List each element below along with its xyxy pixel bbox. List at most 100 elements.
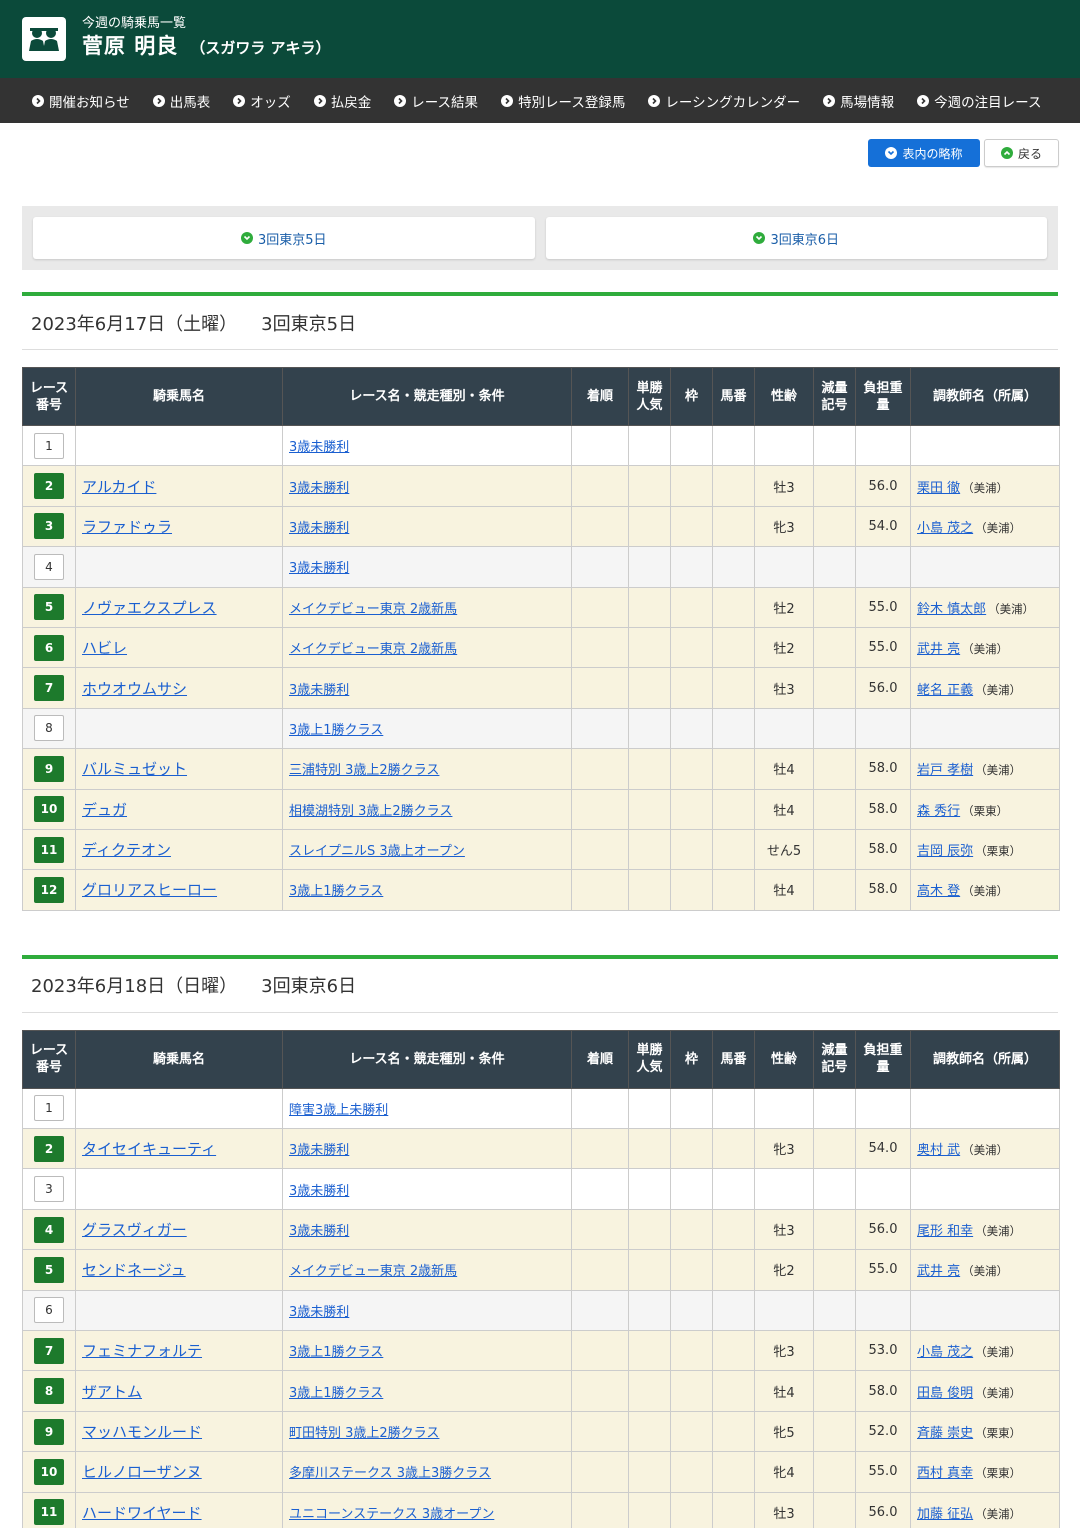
nav-item[interactable]: レース結果 (394, 91, 478, 111)
race-link[interactable]: 3歳未勝利 (289, 481, 349, 496)
trainer-link[interactable]: 森 秀行 (917, 804, 960, 819)
horse-link[interactable]: デュガ (82, 801, 127, 819)
horse-number-cell (712, 1410, 755, 1453)
bracket-cell (670, 1451, 713, 1493)
trainer-link[interactable]: 小島 茂之 (917, 1345, 973, 1360)
column-header: 調教師名（所属） (910, 367, 1060, 426)
race-number: 7 (34, 1337, 64, 1364)
horse-link[interactable]: フェミナフォルテ (82, 1342, 202, 1360)
trainer-link[interactable]: 蛯名 正義 (917, 683, 973, 698)
race-link[interactable]: 3歳上1勝クラス (289, 884, 383, 899)
day-link-2[interactable]: 3回東京6日 (545, 217, 1047, 259)
horse-link[interactable]: ハビレ (82, 639, 127, 657)
abbreviation-button[interactable]: 表内の略称 (868, 139, 980, 167)
race-link[interactable]: 3歳未勝利 (289, 683, 349, 698)
race-cell: 3歳未勝利 (282, 546, 572, 588)
day-links: 3回東京5日 3回東京6日 (22, 206, 1058, 270)
race-link[interactable]: ユニコーンステークス 3歳オープン (289, 1507, 494, 1522)
sex-age-cell: 牡3 (754, 667, 814, 709)
horse-number-cell (712, 424, 755, 467)
sex-age-cell (754, 546, 814, 588)
apprentice-cell (813, 1491, 856, 1528)
back-button[interactable]: 戻る (984, 139, 1059, 167)
race-link[interactable]: 三浦特別 3歳上2勝クラス (289, 763, 439, 778)
popularity-cell (628, 1208, 671, 1251)
horse-cell: ラファドゥラ (75, 505, 283, 548)
race-link[interactable]: 相模湖特別 3歳上2勝クラス (289, 804, 452, 819)
trainer-link[interactable]: 鈴木 慎太郎 (917, 602, 986, 617)
horse-cell: ハードワイヤード (75, 1491, 283, 1528)
race-link[interactable]: 多摩川ステークス 3歳上3勝クラス (289, 1466, 491, 1481)
trainer-link[interactable]: 武井 亮 (917, 642, 960, 657)
race-link[interactable]: 3歳上1勝クラス (289, 1386, 383, 1401)
race-link[interactable]: 3歳未勝利 (289, 521, 349, 536)
weight-cell: 55.0 (855, 626, 911, 669)
trainer-link[interactable]: 岩戸 孝樹 (917, 763, 973, 778)
race-link[interactable]: 町田特別 3歳上2勝クラス (289, 1426, 439, 1441)
trainer-link[interactable]: 斉藤 崇史 (917, 1426, 973, 1441)
nav-item[interactable]: オッズ (233, 91, 291, 111)
nav-item[interactable]: 出馬表 (152, 91, 210, 111)
bracket-cell (670, 1491, 713, 1528)
race-link[interactable]: 3歳上1勝クラス (289, 723, 383, 738)
trainer-link[interactable]: 田島 俊明 (917, 1386, 973, 1401)
horse-link[interactable]: グラスヴィガー (82, 1221, 187, 1239)
weight-cell: 58.0 (855, 869, 911, 911)
trainer-cell (910, 1289, 1060, 1332)
race-link[interactable]: 3歳未勝利 (289, 1224, 349, 1239)
race-link[interactable]: 3歳未勝利 (289, 440, 349, 455)
column-header: 減量記号 (813, 367, 856, 426)
nav-item[interactable]: レーシングカレンダー (648, 91, 800, 111)
nav-item[interactable]: 馬場情報 (823, 91, 894, 111)
bracket-cell (670, 626, 713, 669)
weight-cell (855, 546, 911, 588)
race-link[interactable]: メイクデビュー東京 2歳新馬 (289, 642, 457, 657)
trainer-link[interactable]: 加藤 征弘 (917, 1507, 973, 1522)
horse-link[interactable]: ザアトム (82, 1383, 142, 1401)
trainer-link[interactable]: 尾形 和幸 (917, 1224, 973, 1239)
horse-link[interactable]: バルミュゼット (82, 760, 187, 778)
horse-link[interactable]: グロリアスヒーロー (82, 881, 217, 899)
day-link-1[interactable]: 3回東京5日 (33, 217, 535, 259)
horse-link[interactable]: センドネージュ (82, 1261, 186, 1279)
trainer-link[interactable]: 奥村 武 (917, 1143, 960, 1158)
horse-link[interactable]: ヒルノローザンヌ (82, 1463, 202, 1481)
nav-item[interactable]: 払戻金 (313, 91, 371, 111)
race-link[interactable]: 3歳未勝利 (289, 1143, 349, 1158)
race-link[interactable]: スレイプニルS 3歳上オープン (289, 844, 465, 859)
horse-link[interactable]: アルカイド (82, 478, 156, 496)
horse-link[interactable]: タイセイキューティ (82, 1140, 216, 1158)
nav-item[interactable]: 今週の注目レース (917, 91, 1041, 111)
horse-cell: タイセイキューティ (75, 1128, 283, 1170)
trainer-link[interactable]: 栗田 徹 (917, 481, 960, 496)
race-cell: 3歳上1勝クラス (282, 1330, 572, 1372)
trainer-link[interactable]: 高木 登 (917, 884, 960, 899)
horse-cell: ヒルノローザンヌ (75, 1451, 283, 1493)
trainer-link[interactable]: 吉岡 辰弥 (917, 844, 973, 859)
race-link[interactable]: 3歳上1勝クラス (289, 1345, 383, 1360)
horse-link[interactable]: ディクテオン (82, 841, 171, 859)
race-link[interactable]: 3歳未勝利 (289, 1305, 349, 1320)
apprentice-cell (813, 465, 856, 507)
nav-item[interactable]: 特別レース登録馬 (501, 91, 625, 111)
race-link[interactable]: 3歳未勝利 (289, 1184, 349, 1199)
race-link[interactable]: 障害3歳上未勝利 (289, 1103, 388, 1118)
nav-item[interactable]: 開催お知らせ (32, 91, 130, 111)
horse-link[interactable]: ホウオウムサシ (82, 680, 187, 698)
table-row: 6 ハビレ メイクデビュー東京 2歳新馬 牡2 55.0 武井 亮（美浦） (22, 626, 1060, 669)
horse-link[interactable]: マッハモンルード (82, 1423, 202, 1441)
race-link[interactable]: メイクデビュー東京 2歳新馬 (289, 1264, 457, 1279)
horse-link[interactable]: ラファドゥラ (82, 518, 172, 536)
race-link[interactable]: メイクデビュー東京 2歳新馬 (289, 602, 457, 617)
trainer-link[interactable]: 小島 茂之 (917, 521, 973, 536)
trainer-link[interactable]: 武井 亮 (917, 1264, 960, 1279)
finish-cell (571, 626, 629, 669)
horse-link[interactable]: ノヴァエクスプレス (82, 599, 217, 617)
race-link[interactable]: 3歳未勝利 (289, 561, 349, 576)
chevron-right-icon (917, 94, 930, 107)
popularity-cell (628, 1087, 671, 1130)
horse-link[interactable]: ハードワイヤード (82, 1504, 202, 1522)
popularity-cell (628, 1330, 671, 1372)
nav-item-label: レーシングカレンダー (665, 94, 801, 111)
trainer-link[interactable]: 西村 真幸 (917, 1466, 973, 1481)
